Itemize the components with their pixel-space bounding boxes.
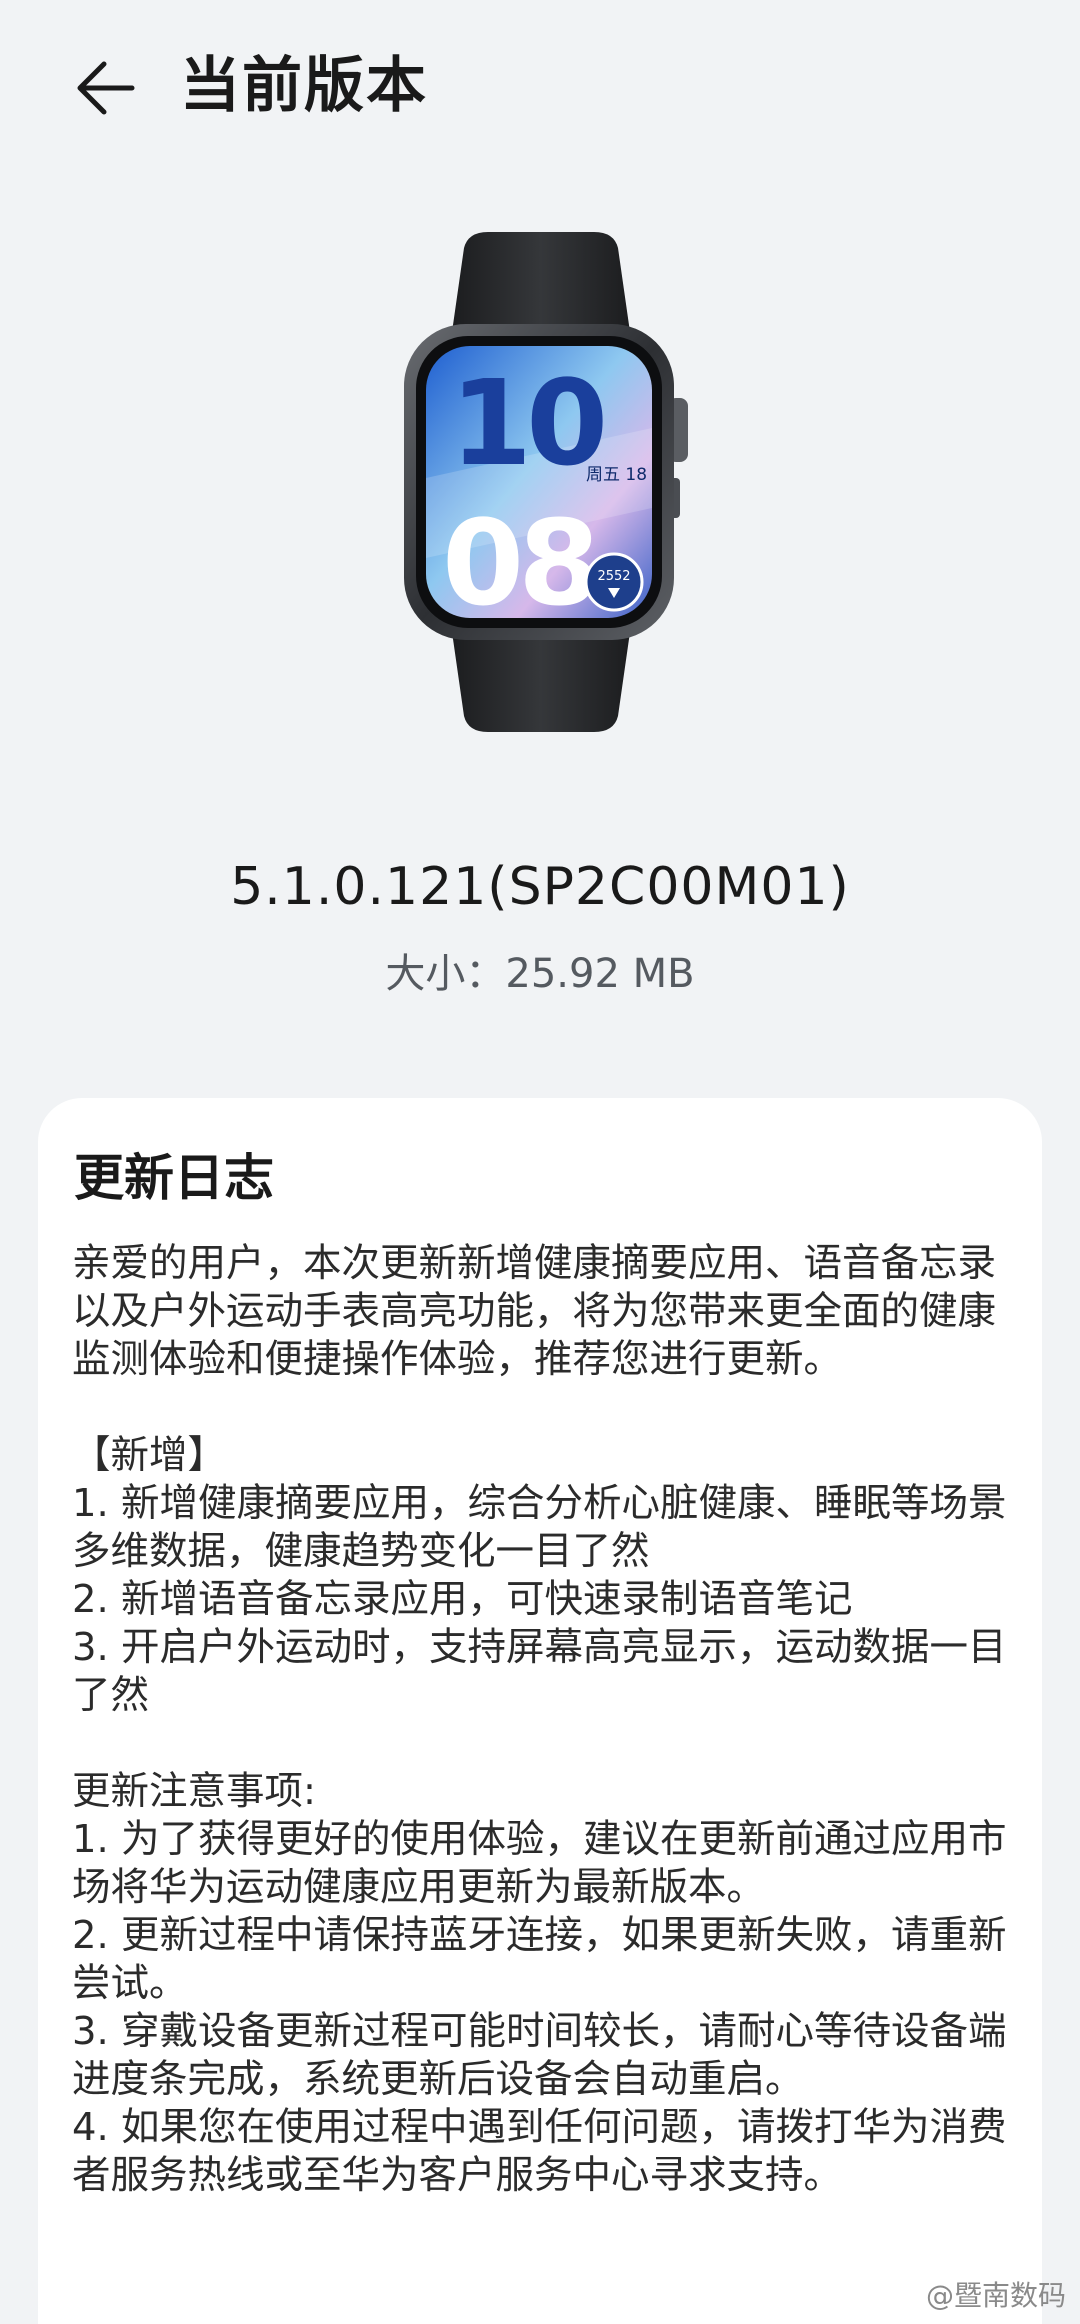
watch-hour: 10	[450, 354, 603, 492]
new-feature-item: 3. 开启户外运动时，支持屏幕高亮显示，运动数据一目了然	[72, 1625, 1007, 1718]
watch-steps: 2552	[597, 569, 630, 584]
app-header: 当前版本	[0, 0, 1080, 168]
size-value: 25.92 MB	[505, 951, 695, 997]
new-features-heading: 【新增】	[72, 1433, 227, 1478]
watch-minute: 08	[442, 494, 594, 632]
watermark: @暨南数码	[925, 2279, 1066, 2312]
arrow-left-icon	[77, 61, 135, 115]
update-note-item: 3. 穿戴设备更新过程可能时间较长，请耐心等待设备端进度条完成，系统更新后设备会…	[72, 2009, 1007, 2102]
changelog-intro: 亲爱的用户，本次更新新增健康摘要应用、语音备忘录以及户外运动手表高亮功能，将为您…	[72, 1241, 997, 1382]
back-button[interactable]	[58, 40, 154, 136]
changelog-body: 亲爱的用户，本次更新新增健康摘要应用、语音备忘录以及户外运动手表高亮功能，将为您…	[72, 1240, 1022, 2200]
new-feature-item: 1. 新增健康摘要应用，综合分析心脏健康、睡眠等场景多维数据，健康趋势变化一目了…	[72, 1481, 1007, 1574]
version-number: 5.1.0.121(SP2C00M01)	[230, 857, 850, 917]
changelog-title: 更新日志	[74, 1149, 274, 1207]
update-note-item: 4. 如果您在使用过程中遇到任何问题，请拨打华为消费者服务热线或至华为客户服务中…	[72, 2105, 1007, 2198]
update-note-item: 2. 更新过程中请保持蓝牙连接，如果更新失败，请重新尝试。	[72, 1913, 1007, 2006]
page-title: 当前版本	[180, 51, 428, 121]
update-note-item: 1. 为了获得更好的使用体验，建议在更新前通过应用市场将华为运动健康应用更新为最…	[72, 1817, 1007, 1910]
update-notes-heading: 更新注意事项:	[72, 1769, 316, 1814]
watch-date: 周五 18	[586, 465, 647, 485]
changelog-card: 更新日志 亲爱的用户，本次更新新增健康摘要应用、语音备忘录以及户外运动手表高亮功…	[38, 1098, 1042, 2324]
new-feature-item: 2. 新增语音备忘录应用，可快速录制语音笔记	[72, 1577, 853, 1622]
size-label: 大小：	[385, 951, 506, 997]
package-size: 大小：25.92 MB	[0, 946, 1080, 1002]
watch-product-image: 10 08 周五 18 2552	[398, 228, 700, 736]
